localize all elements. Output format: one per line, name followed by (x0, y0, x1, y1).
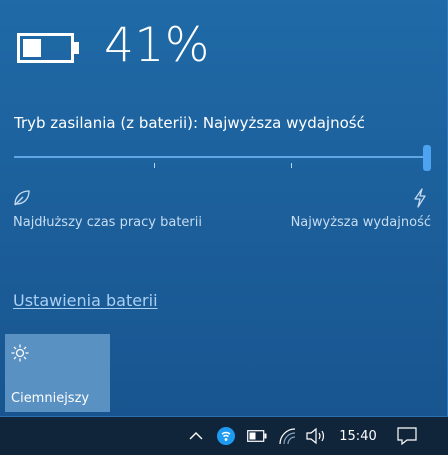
brightness-tile[interactable]: Ciemniejszy (5, 334, 110, 412)
battery-settings-link[interactable]: Ustawienia baterii (13, 291, 158, 310)
slider-thumb[interactable] (423, 145, 431, 171)
battery-icon (247, 430, 267, 442)
leaf-icon (14, 190, 30, 206)
action-center-icon (397, 427, 417, 445)
best-performance-caption: Najwyższa wydajność (290, 215, 431, 230)
security-shield-icon (217, 427, 235, 445)
security-tray-button[interactable] (215, 417, 237, 455)
battery-percentage: 41% (104, 18, 210, 73)
power-mode-slider[interactable] (14, 145, 434, 175)
volume-tray-button[interactable] (304, 417, 328, 455)
power-mode-label: Tryb zasilania (z baterii): Najwyższa wy… (14, 114, 365, 132)
taskbar: 15:40 (0, 417, 448, 455)
brightness-sun-icon (11, 344, 29, 362)
show-hidden-icons-button[interactable] (186, 417, 206, 455)
battery-saver-caption: Najdłuższy czas pracy baterii (13, 215, 202, 230)
battery-tray-button[interactable] (246, 417, 268, 455)
volume-icon (306, 427, 325, 445)
clock[interactable]: 15:40 (334, 417, 382, 455)
battery-flyout: 41% Tryb zasilania (z baterii): Najwyższ… (0, 0, 448, 417)
slider-tick (154, 163, 155, 168)
chevron-up-icon (189, 432, 203, 440)
battery-icon (17, 33, 79, 63)
brightness-tile-label: Ciemniejszy (11, 391, 90, 406)
slider-tick (291, 163, 292, 168)
lightning-bolt-icon (414, 188, 426, 208)
wifi-icon (279, 428, 296, 445)
slider-track[interactable] (14, 156, 426, 158)
action-center-button[interactable] (395, 417, 419, 455)
network-tray-button[interactable] (277, 417, 299, 455)
